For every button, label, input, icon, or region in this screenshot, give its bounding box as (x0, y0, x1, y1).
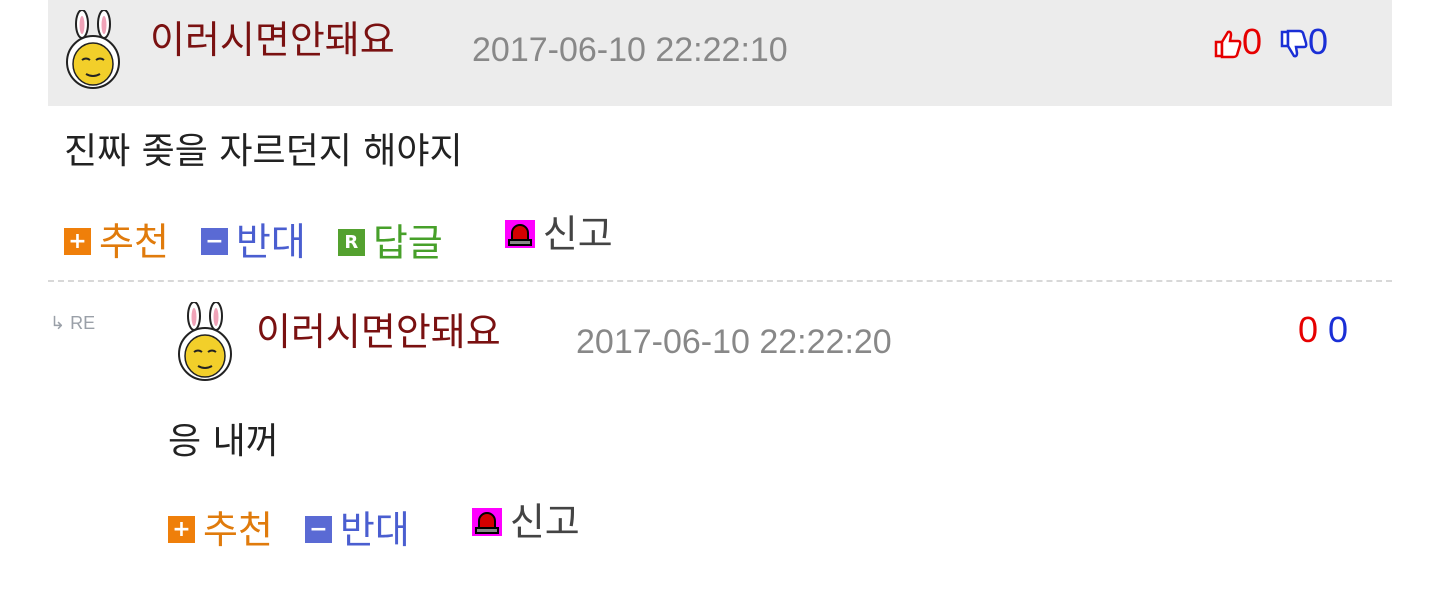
upvote-count: 0 (1242, 21, 1263, 62)
reply-body: 응 내꺼 (168, 421, 279, 462)
reply-downvote-count[interactable]: 0 (1328, 309, 1348, 350)
report-button[interactable]: 신고 (504, 212, 613, 256)
reply-recommend-label: 추천 (203, 507, 273, 552)
thumbs-down-icon[interactable] (1278, 28, 1308, 60)
reply-arrow-icon: ↳ (50, 313, 66, 333)
oppose-label: 반대 (235, 219, 306, 264)
reply-avatar[interactable] (174, 302, 236, 382)
reply-oppose-button[interactable]: − 반대 (304, 507, 410, 552)
reply-upvote-count[interactable]: 0 (1298, 309, 1318, 350)
reply-report-label: 신고 (509, 500, 580, 544)
vote-counts: 0 0 (1212, 22, 1328, 62)
reply-actions: + 추천 − 반대 신고 (168, 500, 612, 552)
comment-actions: + 추천 − 반대 R 답글 신고 (64, 212, 645, 265)
plus-icon: + (168, 516, 195, 543)
oppose-button[interactable]: − 반대 (200, 219, 306, 264)
reply-report-button[interactable]: 신고 (471, 500, 580, 544)
minus-icon: − (304, 516, 332, 543)
avatar[interactable] (62, 10, 124, 90)
thumbs-up-icon[interactable] (1212, 28, 1242, 60)
reply-recommend-button[interactable]: + 추천 (168, 508, 273, 552)
reply-vote-counts: 0 0 (1298, 310, 1348, 350)
siren-icon (471, 508, 502, 536)
recommend-button[interactable]: + 추천 (64, 220, 169, 264)
report-label: 신고 (542, 212, 613, 256)
reply-timestamp: 2017-06-10 22:22:20 (576, 323, 892, 361)
comment-timestamp: 2017-06-10 22:22:10 (472, 31, 788, 69)
comment-divider (48, 280, 1392, 282)
recommend-label: 추천 (99, 219, 169, 264)
re-label: RE (70, 313, 96, 333)
reply-label: 답글 (372, 220, 443, 265)
reply-icon: R (337, 229, 365, 256)
reply-author-name[interactable]: 이러시면안돼요 (256, 310, 501, 354)
reply-indicator: ↳ RE (50, 312, 95, 334)
reply-oppose-label: 반대 (339, 507, 410, 552)
minus-icon: − (200, 228, 228, 255)
reply-button[interactable]: R 답글 (337, 220, 443, 265)
author-name[interactable]: 이러시면안돼요 (150, 18, 395, 62)
comment-body: 진짜 좆을 자르던지 해야지 (64, 131, 463, 172)
plus-icon: + (64, 228, 91, 255)
siren-icon (504, 220, 535, 248)
downvote-count: 0 (1308, 21, 1329, 62)
